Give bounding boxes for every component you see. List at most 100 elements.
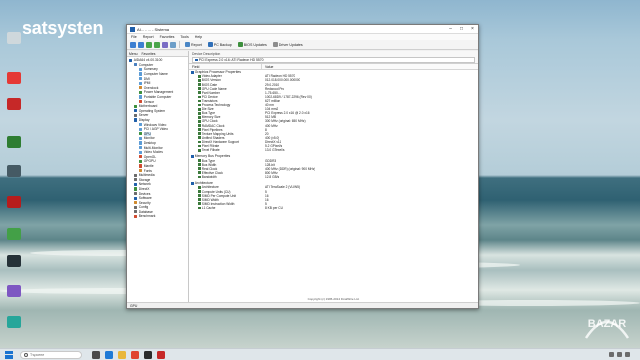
icon-4-icon [7, 136, 21, 148]
toolbar: Report PC Backup BIOS Updates Driver Upd… [127, 40, 478, 50]
desktop-icon-7[interactable] [4, 228, 24, 241]
property-icon [198, 190, 201, 193]
aida64-window[interactable]: AI... - ... - Sistema – □ × File Report … [126, 24, 479, 309]
tree-item-label: Network [138, 182, 151, 187]
profile-icon[interactable] [162, 41, 168, 48]
minimize-button[interactable]: – [445, 25, 456, 34]
device-description-value: PCI Express 2.0 x16: ATI Radeon HD 5570 [198, 57, 264, 62]
tree-node-icon [139, 77, 143, 81]
tree-node-icon [134, 178, 138, 182]
menu-tools[interactable]: Tools [180, 35, 188, 39]
maximize-button[interactable]: □ [456, 25, 467, 34]
desktop-icon-3[interactable] [4, 98, 24, 111]
property-icon [198, 202, 201, 206]
close-button[interactable]: × [467, 25, 478, 34]
bios-updates-button[interactable]: BIOS Updates [236, 41, 269, 49]
property-value: 12.8 GB/s [265, 174, 280, 179]
app-taskbar-icon[interactable] [157, 350, 165, 359]
column-value[interactable]: Value [262, 64, 273, 69]
tree-node-icon [139, 164, 143, 168]
desktop-icon-5[interactable] [4, 165, 24, 178]
desktop-icon-10[interactable] [4, 316, 24, 329]
tree-item-label: GPGPU [143, 159, 156, 164]
tree-node-icon [139, 67, 143, 72]
driver-updates-button[interactable]: Driver Updates [271, 41, 305, 49]
desktop-icon-1[interactable] [4, 32, 24, 45]
up-icon[interactable] [146, 41, 152, 48]
icon-1-icon [7, 32, 21, 44]
tree-item-label: Database [138, 209, 153, 214]
icon-9-icon [7, 285, 21, 297]
tree-item-label: Power Management [143, 90, 174, 95]
tree-node-icon [134, 182, 138, 186]
task-view-icon[interactable] [92, 350, 100, 359]
icon-5-icon [7, 165, 21, 177]
desktop-icon-4[interactable] [4, 136, 24, 149]
property-icon [198, 115, 201, 119]
tree-item-label: Overclock [143, 85, 159, 90]
chart-icon[interactable] [170, 41, 176, 48]
driver-icon [272, 42, 278, 47]
menu-file[interactable]: File [131, 35, 137, 39]
icon-8-icon [7, 255, 21, 267]
desktop-icon-9[interactable] [4, 285, 24, 298]
tree-item-label: Benchmark [138, 214, 156, 219]
driver-updates-label: Driver Updates [278, 42, 303, 47]
start-button[interactable] [5, 350, 13, 359]
tree-item-label: Config [138, 205, 149, 210]
refresh-icon[interactable] [154, 41, 160, 48]
tab-menu[interactable]: Menu [129, 51, 137, 56]
tab-favorites[interactable]: Favorites [141, 51, 155, 56]
status-left: GPU [130, 304, 138, 308]
edge-icon[interactable] [105, 350, 113, 359]
taskbar-search[interactable]: Търсене [20, 350, 82, 359]
forward-icon[interactable] [138, 41, 144, 48]
details-pane: Device Description PCI Express 2.0 x16: … [189, 51, 478, 302]
network-icon[interactable] [609, 352, 614, 357]
column-field[interactable]: Field [189, 64, 262, 69]
desktop-icon-8[interactable] [4, 255, 24, 268]
browser-icon[interactable] [131, 350, 139, 359]
navigation-pane: Menu Favorites AIDA64 v4.00.3100 Computer… [127, 51, 189, 302]
property-icon [198, 159, 201, 162]
tree-node-icon [139, 159, 143, 163]
file-explorer-icon[interactable] [118, 350, 126, 359]
tree-node-icon [134, 205, 138, 209]
tree-item-label: Multi-Monitor [143, 145, 163, 150]
menu-help[interactable]: Help [195, 35, 202, 39]
device-description-field[interactable]: PCI Express 2.0 x16: ATI Radeon HD 5570 [192, 57, 475, 63]
tree-node-icon [134, 104, 138, 108]
tree-node-icon [139, 86, 143, 90]
back-icon[interactable] [130, 41, 136, 48]
property-icon [198, 194, 201, 198]
volume-icon[interactable] [617, 352, 622, 357]
desktop-icon-2[interactable] [4, 72, 24, 85]
report-button[interactable]: Report [183, 41, 204, 49]
report-icon [185, 42, 190, 47]
notification-icon[interactable] [625, 352, 630, 357]
menu-favorites[interactable]: Favorites [160, 35, 175, 39]
tree-node-icon [134, 63, 138, 67]
backup-icon [207, 42, 213, 47]
tree-node-icon [139, 145, 143, 150]
property-icon [198, 148, 201, 152]
property-icon [198, 186, 201, 189]
tree-item-label: DirectX [138, 186, 150, 191]
search-icon [23, 353, 28, 357]
pc-backup-button[interactable]: PC Backup [206, 41, 234, 49]
tree-item-label: Multimedia [138, 173, 155, 178]
property-icon [198, 79, 201, 82]
property-icon [198, 198, 201, 202]
title-bar[interactable]: AI... - ... - Sistema – □ × [127, 25, 478, 34]
menu-report[interactable]: Report [143, 35, 154, 39]
property-value: ATI TeraScale 2 (VLIW5) [265, 185, 300, 190]
tree-item-label: Monitor [143, 136, 155, 141]
tree-item-label: GPU [143, 131, 151, 136]
tree-node-icon [139, 100, 143, 104]
tree-node-icon [139, 155, 143, 159]
desktop-icon-6[interactable] [4, 196, 24, 209]
property-row[interactable]: L1 Cache 8 KB per CU [189, 206, 478, 210]
aida64-taskbar-icon[interactable] [144, 350, 152, 359]
tree-item[interactable]: Benchmark [127, 214, 188, 219]
tree-node-icon [134, 201, 138, 205]
